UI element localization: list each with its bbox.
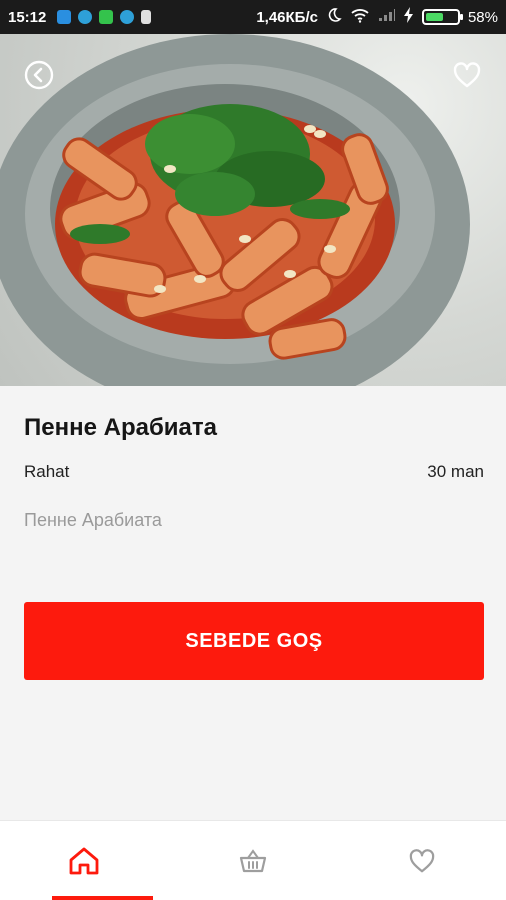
battery-percent: 58% xyxy=(467,8,498,26)
clipboard-icon xyxy=(141,10,152,24)
basket-icon xyxy=(239,848,267,872)
nav-favorites[interactable] xyxy=(337,821,506,900)
telegram-icon xyxy=(78,10,93,24)
back-circle-icon xyxy=(24,60,54,90)
product-image xyxy=(0,34,506,386)
wifi-icon xyxy=(350,7,370,27)
product-title: Пенне Арабиата xyxy=(24,414,217,441)
bottom-navigation xyxy=(0,820,506,900)
heart-outline-icon xyxy=(453,62,481,88)
signal-icon xyxy=(378,8,396,26)
favorite-button[interactable] xyxy=(450,58,484,92)
back-button[interactable] xyxy=(22,58,56,92)
product-description: Пенне Арабиата xyxy=(24,510,162,530)
product-details: Пенне Арабиата Rahat 30 man Пенне Арабиа… xyxy=(0,386,506,820)
battery-icon xyxy=(421,9,463,25)
nav-basket[interactable] xyxy=(169,821,338,900)
network-speed: 1,46КБ/с xyxy=(256,8,318,26)
pasta-dish-illustration xyxy=(0,34,470,386)
whatsapp-icon xyxy=(99,10,114,24)
heart-icon xyxy=(409,848,434,872)
telegram-icon xyxy=(120,10,135,24)
status-bar: 15:12 1,46КБ/с 58% xyxy=(0,0,506,34)
product-price: 30 man xyxy=(427,462,484,481)
product-meta-row: Rahat 30 man xyxy=(24,462,484,482)
add-to-cart-button[interactable]: SEBEDE GOŞ xyxy=(24,602,484,680)
vpn-icon xyxy=(57,10,72,24)
nav-home[interactable] xyxy=(0,821,169,900)
restaurant-name: Rahat xyxy=(24,462,70,481)
home-icon xyxy=(69,847,99,874)
status-time: 15:12 xyxy=(8,8,47,26)
moon-icon xyxy=(326,7,342,27)
charging-icon xyxy=(403,7,414,27)
